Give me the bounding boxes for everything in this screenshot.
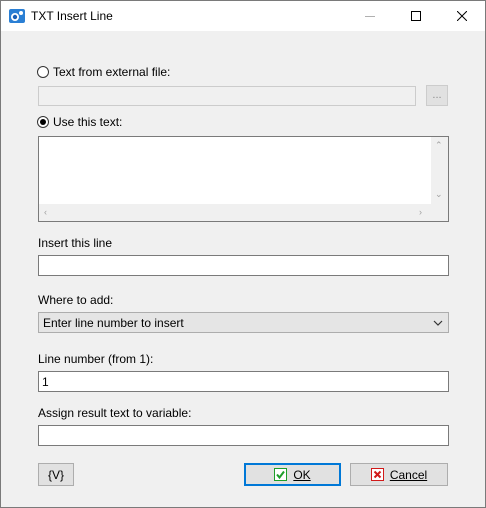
- where-to-add-label: Where to add:: [38, 293, 114, 307]
- minimize-icon: [365, 16, 375, 17]
- insert-line-label: Insert this line: [38, 236, 113, 250]
- window-title: TXT Insert Line: [31, 9, 113, 23]
- assign-variable-input[interactable]: [38, 425, 449, 446]
- scroll-corner: [431, 204, 448, 221]
- x-icon: [370, 468, 384, 481]
- scroll-up-icon[interactable]: ⌃: [435, 141, 443, 150]
- assign-variable-label: Assign result text to variable:: [38, 406, 192, 420]
- scroll-right-icon[interactable]: ›: [419, 208, 422, 217]
- line-number-input[interactable]: [38, 371, 449, 392]
- variable-button[interactable]: {V}: [38, 463, 74, 486]
- vertical-scrollbar[interactable]: ⌃ ⌄: [431, 137, 448, 204]
- minimize-button[interactable]: [347, 1, 393, 31]
- ok-button-label: OK: [293, 467, 311, 482]
- use-text-label: Use this text:: [53, 115, 123, 129]
- maximize-button[interactable]: [393, 1, 439, 31]
- browse-button[interactable]: ...: [426, 85, 448, 106]
- where-to-add-value: Enter line number to insert: [43, 316, 184, 330]
- close-button[interactable]: [439, 1, 485, 31]
- use-text-radio[interactable]: [37, 116, 49, 128]
- close-icon: [457, 11, 467, 21]
- ok-button[interactable]: OK: [244, 463, 341, 486]
- external-file-label: Text from external file:: [53, 65, 171, 79]
- dialog-window: TXT Insert Line Text from external file:…: [0, 0, 486, 508]
- check-icon: [274, 468, 288, 481]
- text-memo[interactable]: ⌃ ⌄ ‹ ›: [38, 136, 449, 222]
- line-number-label: Line number (from 1):: [38, 352, 154, 366]
- external-file-radio[interactable]: [37, 66, 49, 78]
- app-icon: [9, 9, 25, 23]
- scroll-down-icon[interactable]: ⌄: [435, 190, 443, 199]
- cancel-button[interactable]: Cancel: [350, 463, 448, 486]
- cancel-button-label: Cancel: [389, 467, 428, 482]
- horizontal-scrollbar[interactable]: ‹ ›: [39, 204, 431, 221]
- where-to-add-select[interactable]: Enter line number to insert: [38, 312, 449, 333]
- maximize-icon: [411, 11, 421, 21]
- scroll-left-icon[interactable]: ‹: [44, 208, 47, 217]
- insert-line-input[interactable]: [38, 255, 449, 276]
- chevron-down-icon: [433, 320, 443, 326]
- variable-button-label: {V}: [47, 467, 65, 482]
- external-file-input[interactable]: [38, 86, 416, 106]
- title-bar: TXT Insert Line: [1, 1, 485, 31]
